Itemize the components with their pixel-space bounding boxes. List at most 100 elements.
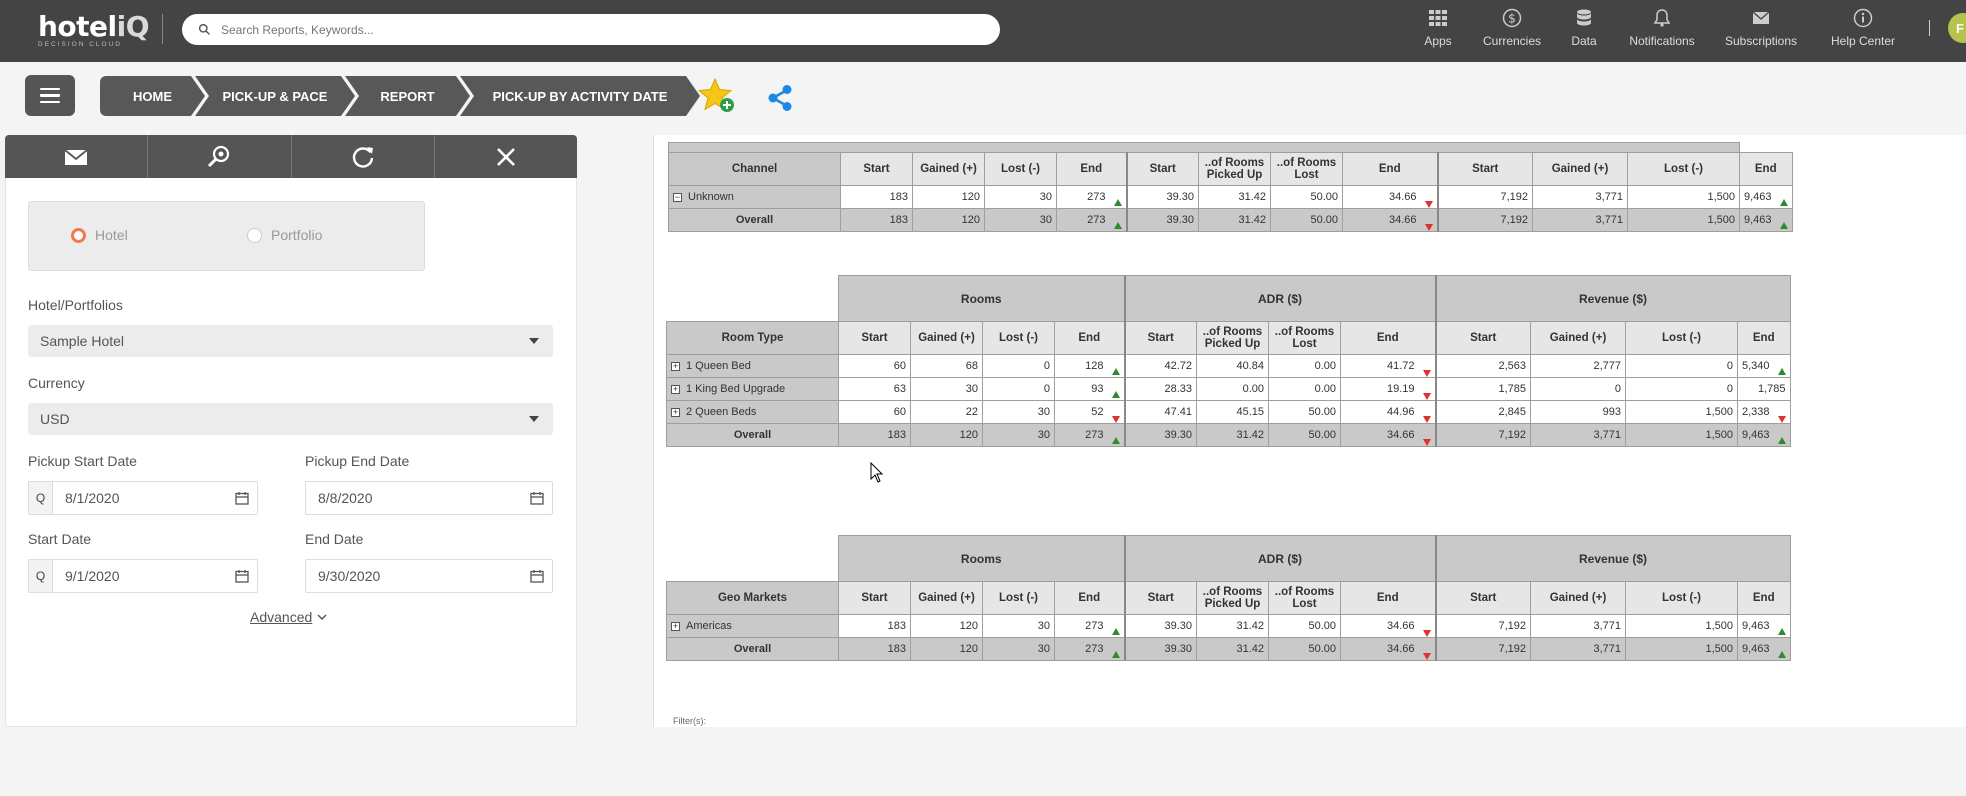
cell-value: 0	[1726, 383, 1733, 395]
close-button[interactable]	[435, 135, 577, 178]
cell-value: 39.30	[1164, 620, 1192, 632]
column-header[interactable]: ..of Rooms Picked Up	[1198, 152, 1271, 186]
calendar-icon[interactable]	[227, 560, 257, 592]
breadcrumb-pickup-pace[interactable]: PICK-UP & PACE	[195, 76, 355, 116]
value-cell: 9,463	[1739, 185, 1793, 209]
column-header[interactable]: Lost (-)	[982, 581, 1055, 615]
column-header[interactable]: Lost (-)	[984, 152, 1057, 186]
column-header[interactable]: Start	[1123, 581, 1197, 615]
column-header[interactable]: Lost (-)	[982, 321, 1055, 355]
database-icon	[1577, 9, 1591, 26]
end-date-field[interactable]: 9/30/2020	[305, 559, 553, 593]
caret-down-icon	[529, 338, 539, 344]
column-header[interactable]: Gained (+)	[910, 581, 983, 615]
column-header[interactable]: End	[1054, 321, 1125, 355]
column-header[interactable]: Gained (+)	[912, 152, 985, 186]
end-date-value[interactable]: 9/30/2020	[306, 560, 522, 592]
column-header[interactable]: End	[1054, 581, 1125, 615]
column-header[interactable]: End	[1340, 321, 1436, 355]
explore-button[interactable]	[148, 135, 292, 178]
column-header[interactable]: Lost (-)	[1625, 321, 1738, 355]
refresh-button[interactable]	[292, 135, 435, 178]
q-prefix[interactable]: Q	[29, 560, 53, 592]
column-header[interactable]: End	[1342, 152, 1438, 186]
expand-plus-icon[interactable]: −	[673, 192, 682, 202]
pickup-end-field[interactable]: 8/8/2020	[305, 481, 553, 515]
search-input[interactable]	[221, 22, 943, 37]
value-cell: 7,192	[1434, 614, 1531, 638]
expand-plus-icon[interactable]: +	[671, 384, 680, 394]
calendar-icon[interactable]	[522, 482, 552, 514]
hotel-select[interactable]: Sample Hotel	[28, 325, 553, 357]
nav-currencies[interactable]: $ Currencies	[1472, 8, 1552, 48]
column-header[interactable]: Start	[1434, 581, 1531, 615]
column-header[interactable]: ..of Rooms Picked Up	[1196, 581, 1269, 615]
start-date-field[interactable]: Q 9/1/2020	[28, 559, 258, 593]
table-row: +1 King Bed Upgrade 63 30 0 93 28.33 0.00 0.00 1…	[666, 377, 1791, 401]
q-prefix[interactable]: Q	[29, 482, 53, 514]
pickup-start-value[interactable]: 8/1/2020	[53, 482, 227, 514]
column-header[interactable]: Gained (+)	[910, 321, 983, 355]
breadcrumb-pickup-by-activity-date[interactable]: PICK-UP BY ACTIVITY DATE	[460, 76, 700, 116]
column-header[interactable]: Start	[840, 152, 913, 186]
overall-value-cell: 1,500	[1627, 208, 1740, 232]
menu-button[interactable]	[25, 75, 75, 116]
column-header[interactable]: ..of Rooms Lost	[1270, 152, 1343, 186]
cell-value: 3,771	[1595, 214, 1623, 226]
column-header[interactable]: Lost (-)	[1625, 581, 1738, 615]
email-button[interactable]	[5, 135, 149, 178]
cell-value: 128	[1085, 360, 1104, 372]
share-icon[interactable]	[765, 83, 795, 113]
column-header[interactable]: Lost (-)	[1627, 152, 1740, 186]
column-header[interactable]: Start	[1434, 321, 1531, 355]
column-header[interactable]: Start	[1125, 152, 1199, 186]
trend-down-icon	[1422, 416, 1431, 423]
nav-help-center[interactable]: Help Center	[1823, 8, 1903, 48]
column-header[interactable]: Gained (+)	[1530, 581, 1626, 615]
pickup-end-value[interactable]: 8/8/2020	[306, 482, 522, 514]
user-avatar[interactable]: F	[1948, 13, 1966, 43]
add-favorite-star-icon[interactable]	[697, 76, 737, 116]
trend-down-icon	[1422, 630, 1431, 637]
breadcrumb-home[interactable]: HOME	[100, 76, 205, 116]
expand-plus-icon[interactable]: +	[671, 407, 680, 417]
column-header[interactable]: End	[1340, 581, 1436, 615]
column-header[interactable]: Start	[1123, 321, 1197, 355]
search-bar[interactable]	[182, 14, 1000, 45]
column-header[interactable]: End	[1739, 152, 1793, 186]
nav-notifications[interactable]: Notifications	[1622, 8, 1702, 48]
pickup-start-field[interactable]: Q 8/1/2020	[28, 481, 258, 515]
calendar-icon[interactable]	[522, 560, 552, 592]
nav-data[interactable]: Data	[1544, 8, 1624, 48]
column-header[interactable]: Gained (+)	[1532, 152, 1628, 186]
column-header[interactable]: ..of Rooms Picked Up	[1196, 321, 1269, 355]
cell-value: 1,785	[1498, 383, 1526, 395]
app-logo[interactable]: hoteliQ	[38, 10, 150, 43]
advanced-toggle[interactable]: Advanced	[250, 609, 327, 625]
column-header[interactable]: End	[1056, 152, 1127, 186]
currency-select[interactable]: USD	[28, 403, 553, 435]
expand-plus-icon[interactable]: +	[671, 621, 680, 631]
dimension-header[interactable]: Geo Markets	[666, 581, 839, 615]
calendar-icon[interactable]	[227, 482, 257, 514]
column-header[interactable]: ..of Rooms Lost	[1268, 581, 1341, 615]
breadcrumb-report[interactable]: REPORT	[345, 76, 470, 116]
dimension-header[interactable]: Room Type	[666, 321, 839, 355]
column-header[interactable]: End	[1737, 581, 1791, 615]
column-header[interactable]: Gained (+)	[1530, 321, 1626, 355]
cell-value: 50.00	[1310, 214, 1338, 226]
radio-hotel[interactable]: Hotel	[71, 227, 128, 243]
nav-apps[interactable]: Apps	[1398, 8, 1478, 48]
column-header[interactable]: ..of Rooms Lost	[1268, 321, 1341, 355]
radio-portfolio[interactable]: Portfolio	[247, 227, 322, 243]
cell-value: 52	[1091, 406, 1104, 418]
logo-text: hoteliQ	[38, 10, 150, 43]
column-header[interactable]: End	[1737, 321, 1791, 355]
column-header[interactable]: Start	[1436, 152, 1533, 186]
nav-subscriptions[interactable]: Subscriptions	[1721, 8, 1801, 48]
expand-plus-icon[interactable]: +	[671, 361, 680, 371]
start-date-value[interactable]: 9/1/2020	[53, 560, 227, 592]
column-header[interactable]: Start	[838, 321, 911, 355]
dimension-header[interactable]: Channel	[668, 152, 841, 186]
column-header[interactable]: Start	[838, 581, 911, 615]
